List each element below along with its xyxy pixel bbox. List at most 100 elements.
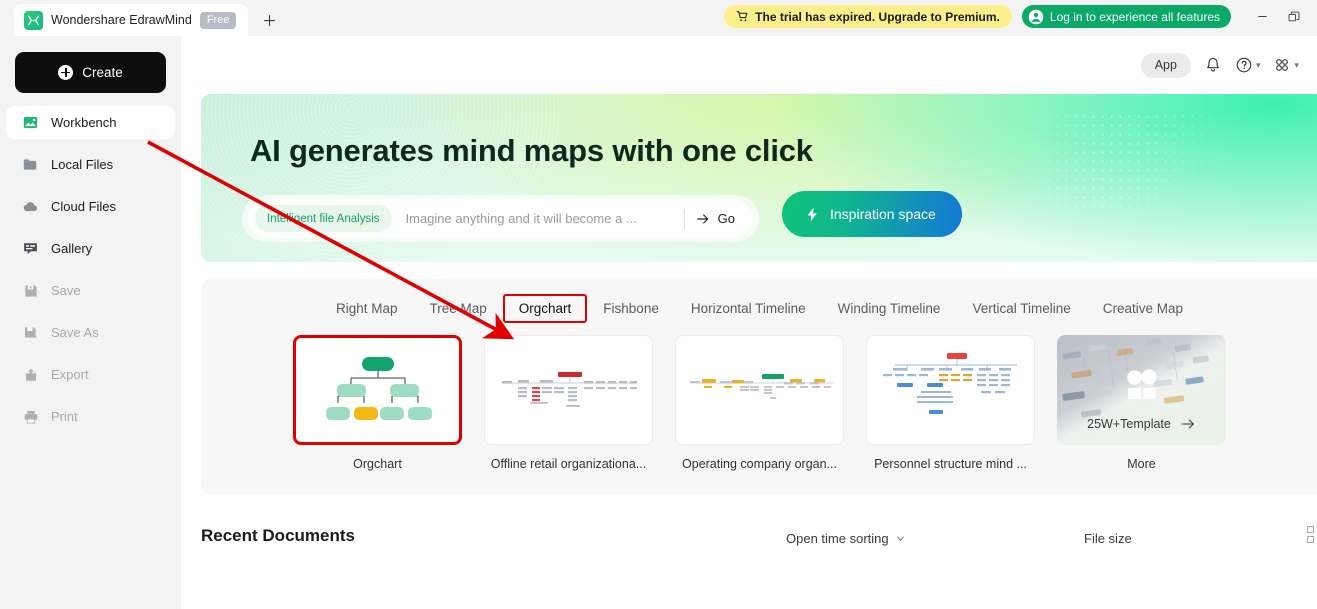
sidebar-item-save-as[interactable]: Save As [6, 316, 175, 349]
chip-label: Intelligent file Analysis [267, 212, 380, 225]
more-templates-count: 25W+Template [1087, 417, 1171, 431]
chevron-down-icon: ▾ [1294, 59, 1299, 70]
window-controls [1247, 4, 1309, 30]
sidebar-item-workbench[interactable]: Workbench [6, 106, 175, 139]
template-thumbnail[interactable] [866, 335, 1035, 445]
tab-fishbone[interactable]: Fishbone [587, 295, 675, 322]
minimize-button[interactable] [1247, 4, 1277, 30]
edrawmind-window: Wondershare EdrawMind Free The trial has… [0, 0, 1317, 609]
minimize-icon [1257, 16, 1267, 17]
list-view-icon [1307, 536, 1314, 543]
tab-tree-map[interactable]: Tree Map [413, 295, 502, 322]
offline-retail-diagram-icon [501, 372, 637, 407]
trial-expired-banner[interactable]: The trial has expired. Upgrade to Premiu… [724, 5, 1012, 28]
hero-title: AI generates mind maps with one click [250, 133, 813, 168]
ai-hero-banner: AI generates mind maps with one click In… [201, 94, 1317, 262]
sidebar-item-print[interactable]: Print [6, 400, 175, 433]
recent-documents-section: Recent Documents Open time sorting File … [201, 512, 1317, 582]
app-pill-label: App [1154, 58, 1177, 72]
gallery-icon [22, 240, 39, 257]
login-button-label: Log in to experience all features [1049, 9, 1220, 24]
template-card[interactable]: Orgchart [293, 335, 462, 471]
create-button-label: Create [82, 65, 123, 80]
template-card-label: Orgchart [353, 457, 402, 471]
personnel-structure-diagram-icon [882, 353, 1017, 414]
more-templates-thumbnail[interactable]: 25W+Template [1057, 335, 1226, 445]
ai-prompt-bar: Intelligent file Analysis Imagine anythi… [242, 195, 759, 242]
folder-icon [22, 156, 39, 173]
template-thumbnail[interactable] [484, 335, 653, 445]
main-content: App ▾ ▾ AI generates mind maps with one … [181, 36, 1317, 609]
workbench-icon [22, 114, 39, 131]
template-card-more[interactable]: 25W+Template More [1057, 335, 1226, 471]
new-tab-button[interactable] [252, 4, 286, 36]
save-icon [22, 282, 39, 299]
help-button[interactable]: ▾ [1235, 56, 1261, 74]
sidebar-item-label: Export [51, 367, 89, 382]
restore-icon [1288, 11, 1300, 21]
save-as-icon [22, 324, 39, 341]
sidebar-item-local-files[interactable]: Local Files [6, 148, 175, 181]
app-switch-button[interactable]: App [1140, 52, 1191, 78]
sidebar: Create Workbench Local Files Cloud Files [0, 36, 181, 609]
ai-bar-divider [683, 208, 685, 229]
ai-go-button[interactable]: Go [695, 211, 747, 227]
tab-orgchart[interactable]: Orgchart [502, 293, 588, 323]
sidebar-item-cloud-files[interactable]: Cloud Files [6, 190, 175, 223]
bell-icon [1207, 57, 1219, 72]
lightning-icon [807, 206, 817, 222]
template-card-row: Orgchart Offline retail organizationa...… [201, 335, 1317, 471]
tab-vertical-timeline[interactable]: Vertical Timeline [956, 295, 1086, 322]
sidebar-item-label: Workbench [51, 115, 117, 130]
apps-grid-button[interactable]: ▾ [1273, 56, 1299, 74]
ai-prompt-input[interactable]: Imagine anything and it will become a ..… [392, 211, 682, 226]
app-tab[interactable]: Wondershare EdrawMind Free [14, 4, 249, 36]
template-card-label: Personnel structure mind ... [874, 457, 1027, 471]
tab-right-map[interactable]: Right Map [320, 295, 414, 322]
template-thumbnail[interactable] [293, 335, 462, 445]
template-thumbnail[interactable] [675, 335, 844, 445]
help-circle-icon [1236, 57, 1252, 73]
template-card-label: Offline retail organizationa... [490, 457, 647, 471]
sidebar-item-save[interactable]: Save [6, 274, 175, 307]
template-card[interactable]: Offline retail organizationa... [484, 335, 653, 471]
hero-dots-decoration [1008, 112, 1238, 207]
create-button[interactable]: Create [15, 52, 166, 93]
cloud-icon [22, 198, 39, 215]
view-toggle-button[interactable] [1307, 526, 1314, 543]
edrawmind-logo-icon [24, 10, 43, 30]
chevron-down-icon [896, 536, 904, 541]
templates-panel: Right Map Tree Map Orgchart Fishbone Hor… [201, 279, 1317, 494]
print-icon [22, 408, 39, 425]
sidebar-item-label: Save As [51, 325, 99, 340]
template-card[interactable]: Personnel structure mind ... [866, 335, 1035, 471]
chevron-down-icon: ▾ [1255, 59, 1261, 70]
intelligent-file-analysis-chip[interactable]: Intelligent file Analysis [255, 205, 392, 232]
title-bar: Wondershare EdrawMind Free The trial has… [0, 0, 1317, 36]
sidebar-item-export[interactable]: Export [6, 358, 175, 391]
inspiration-space-label: Inspiration space [830, 206, 936, 222]
notifications-button[interactable] [1204, 56, 1222, 74]
recent-documents-title: Recent Documents [201, 526, 355, 545]
list-view-icon [1307, 526, 1314, 533]
more-templates-overlay: 25W+Template [1057, 417, 1226, 431]
sort-dropdown[interactable]: Open time sorting [786, 531, 906, 546]
arrow-right-icon [696, 213, 708, 224]
orgchart-diagram-icon [325, 357, 432, 420]
sidebar-item-label: Print [51, 409, 78, 424]
tab-horizontal-timeline[interactable]: Horizontal Timeline [675, 295, 822, 322]
template-card-label: Operating company organ... [682, 457, 837, 471]
inspiration-space-button[interactable]: Inspiration space [782, 191, 962, 237]
tab-winding-timeline[interactable]: Winding Timeline [822, 295, 957, 322]
content-area: AI generates mind maps with one click In… [181, 94, 1317, 582]
restore-button[interactable] [1279, 4, 1309, 30]
template-category-tabs: Right Map Tree Map Orgchart Fishbone Hor… [201, 279, 1317, 333]
login-button[interactable]: Log in to experience all features [1021, 5, 1231, 28]
arrow-right-icon [1181, 419, 1194, 429]
operating-company-diagram-icon [689, 374, 834, 399]
sort-dropdown-label: Open time sorting [786, 531, 889, 546]
template-card[interactable]: Operating company organ... [675, 335, 844, 471]
titlebar-right-group: The trial has expired. Upgrade to Premiu… [724, 0, 1317, 36]
tab-creative-map[interactable]: Creative Map [1087, 295, 1199, 322]
sidebar-item-gallery[interactable]: Gallery [6, 232, 175, 265]
